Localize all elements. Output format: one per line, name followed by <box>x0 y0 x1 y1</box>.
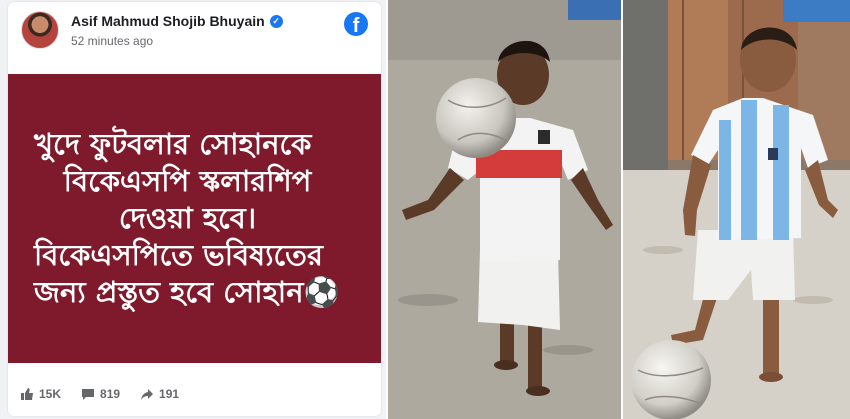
post-container: Asif Mahmud Shojib Bhuyain ✓ 52 minutes … <box>8 2 381 416</box>
banner-line-5: জন্য প্রস্তুত হবে সোহান⚽ <box>34 275 340 309</box>
photo-1-illustration <box>388 0 621 419</box>
boy-heading-football-photo <box>388 0 621 419</box>
share-count-text: 191 <box>159 387 180 401</box>
like-count[interactable]: 15K <box>20 387 61 401</box>
author-name[interactable]: Asif Mahmud Shojib Bhuyain <box>71 13 265 29</box>
boy-foot-on-football-photo <box>623 0 850 419</box>
reaction-bar: 15K 819 191 <box>20 387 179 401</box>
photo-2-illustration <box>623 0 850 419</box>
post-timestamp[interactable]: 52 minutes ago <box>71 34 153 48</box>
facebook-logo-icon: f <box>344 12 368 36</box>
comment-count[interactable]: 819 <box>81 387 120 401</box>
post-text-banner: খুদে ফুটবলার সোহানকে বিকেএসপি স্কলারশিপ … <box>8 74 381 363</box>
like-count-text: 15K <box>39 387 62 401</box>
author-avatar[interactable] <box>21 11 59 49</box>
share-count[interactable]: 191 <box>140 387 179 401</box>
banner-line-2: বিকেএসপি স্কলারশিপ <box>63 164 312 198</box>
facebook-post-card: Asif Mahmud Shojib Bhuyain ✓ 52 minutes … <box>0 0 386 419</box>
comment-count-text: 819 <box>100 387 121 401</box>
verified-badge-icon: ✓ <box>269 14 283 28</box>
banner-line-1: খুদে ফুটবলার সোহানকে <box>34 127 312 161</box>
banner-line-4: বিকেএসপিতে ভবিষ্যতের <box>34 238 323 272</box>
share-arrow-icon <box>141 389 154 400</box>
author-row: Asif Mahmud Shojib Bhuyain ✓ <box>71 13 283 29</box>
like-thumb-icon <box>21 388 33 400</box>
banner-text: খুদে ফুটবলার সোহানকে বিকেএসপি স্কলারশিপ … <box>8 126 381 311</box>
banner-line-3: দেওয়া হবে। <box>118 201 257 235</box>
comment-icon <box>82 389 95 400</box>
